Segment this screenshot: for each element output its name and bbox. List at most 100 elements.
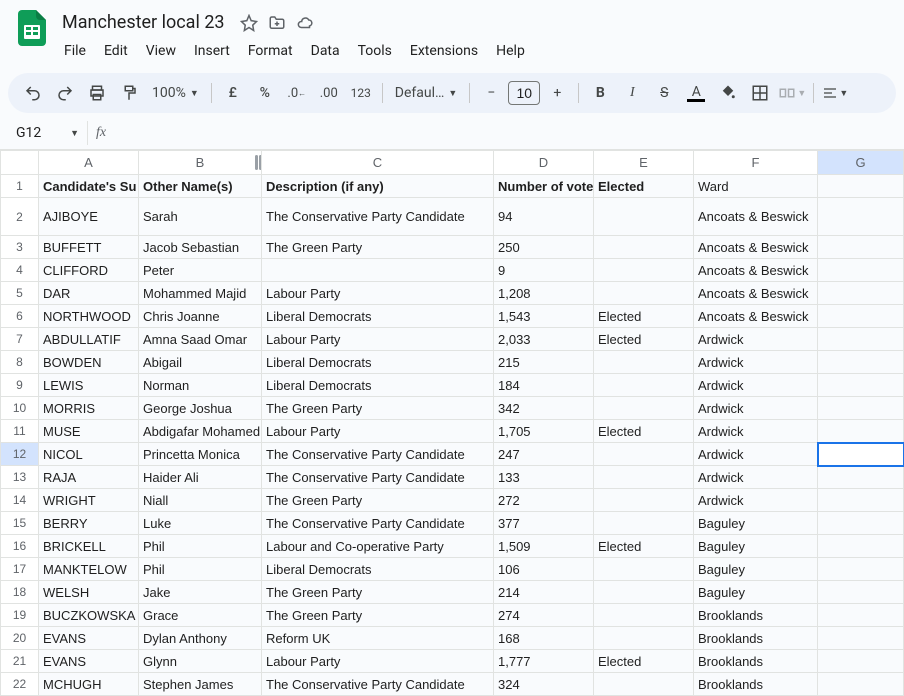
decrease-decimal-button[interactable]: .0← [282, 78, 312, 108]
cell[interactable]: 377 [494, 512, 594, 535]
cell[interactable] [594, 198, 694, 236]
row-header[interactable]: 21 [1, 650, 39, 673]
row-header[interactable]: 10 [1, 397, 39, 420]
cell[interactable] [594, 374, 694, 397]
cell[interactable]: Amna Saad Omar [139, 328, 262, 351]
cell[interactable]: Abigail [139, 351, 262, 374]
cell[interactable] [594, 443, 694, 466]
row-header[interactable]: 22 [1, 673, 39, 696]
font-family-select[interactable]: Defaul…▼ [389, 85, 464, 101]
cell[interactable]: Elected [594, 420, 694, 443]
cell[interactable]: The Green Party [262, 236, 494, 259]
cell[interactable]: 215 [494, 351, 594, 374]
cell[interactable]: 184 [494, 374, 594, 397]
cell[interactable]: Labour Party [262, 420, 494, 443]
name-box[interactable]: G12▼ [8, 121, 88, 145]
row-header[interactable]: 1 [1, 175, 39, 198]
cell[interactable]: Ardwick [694, 374, 818, 397]
cell[interactable]: 1,208 [494, 282, 594, 305]
formula-bar[interactable] [114, 121, 904, 145]
row-header[interactable]: 19 [1, 604, 39, 627]
cell[interactable]: Abdigafar Mohamed [139, 420, 262, 443]
cell[interactable] [818, 175, 904, 198]
text-color-button[interactable]: A [681, 78, 711, 108]
cell[interactable] [594, 236, 694, 259]
redo-button[interactable] [50, 78, 80, 108]
currency-button[interactable]: £ [218, 78, 248, 108]
italic-button[interactable]: I [617, 78, 647, 108]
cell[interactable]: Labour Party [262, 282, 494, 305]
row-header[interactable]: 9 [1, 374, 39, 397]
cell[interactable] [594, 627, 694, 650]
cell[interactable]: Brooklands [694, 650, 818, 673]
cell[interactable] [818, 512, 904, 535]
cell[interactable]: MORRIS [39, 397, 139, 420]
menu-view[interactable]: View [138, 39, 184, 63]
cell[interactable]: Jacob Sebastian [139, 236, 262, 259]
cell[interactable]: Baguley [694, 535, 818, 558]
cell[interactable]: 324 [494, 673, 594, 696]
merge-button[interactable]: ▼ [777, 78, 807, 108]
cell[interactable]: 250 [494, 236, 594, 259]
star-icon[interactable] [239, 13, 259, 33]
cell[interactable]: Peter [139, 259, 262, 282]
row-header[interactable]: 5 [1, 282, 39, 305]
cell[interactable]: Ardwick [694, 466, 818, 489]
select-all-corner[interactable] [1, 151, 39, 175]
cell[interactable]: Ancoats & Beswick [694, 236, 818, 259]
cell[interactable]: Ardwick [694, 328, 818, 351]
cell[interactable] [594, 282, 694, 305]
menu-tools[interactable]: Tools [350, 39, 400, 63]
menu-insert[interactable]: Insert [186, 39, 238, 63]
row-header[interactable]: 20 [1, 627, 39, 650]
cell[interactable]: WRIGHT [39, 489, 139, 512]
cell[interactable]: NORTHWOOD [39, 305, 139, 328]
cell[interactable]: Ardwick [694, 397, 818, 420]
cell[interactable] [818, 305, 904, 328]
more-formats-button[interactable]: 123 [346, 78, 376, 108]
row-header[interactable]: 16 [1, 535, 39, 558]
align-button[interactable]: ▼ [820, 78, 850, 108]
cell[interactable]: Sarah [139, 198, 262, 236]
cell[interactable]: Baguley [694, 512, 818, 535]
print-button[interactable] [82, 78, 112, 108]
cell[interactable]: The Green Party [262, 581, 494, 604]
font-size-input[interactable] [508, 81, 540, 105]
cell[interactable]: The Conservative Party Candidate [262, 443, 494, 466]
fill-color-button[interactable] [713, 78, 743, 108]
cell[interactable]: The Green Party [262, 397, 494, 420]
spreadsheet-grid[interactable]: ABCDEFG 1Candidate's SuOther Name(s)Desc… [0, 150, 904, 696]
cell[interactable] [594, 351, 694, 374]
bold-button[interactable]: B [585, 78, 615, 108]
row-header[interactable]: 4 [1, 259, 39, 282]
row-header[interactable]: 3 [1, 236, 39, 259]
cell[interactable]: 106 [494, 558, 594, 581]
cell[interactable]: Elected [594, 175, 694, 198]
cell[interactable] [594, 489, 694, 512]
row-header[interactable]: 18 [1, 581, 39, 604]
move-icon[interactable] [267, 13, 287, 33]
cell[interactable]: AJIBOYE [39, 198, 139, 236]
cell[interactable]: Ardwick [694, 489, 818, 512]
strikethrough-button[interactable]: S [649, 78, 679, 108]
cell[interactable]: Ward [694, 175, 818, 198]
cell[interactable]: Haider Ali [139, 466, 262, 489]
cell[interactable]: 94 [494, 198, 594, 236]
cell[interactable]: MANKTELOW [39, 558, 139, 581]
cell[interactable] [594, 604, 694, 627]
cell[interactable]: Elected [594, 650, 694, 673]
cell[interactable] [818, 673, 904, 696]
cell[interactable] [594, 466, 694, 489]
cell[interactable]: The Conservative Party Candidate [262, 198, 494, 236]
col-header-A[interactable]: A [39, 151, 139, 175]
borders-button[interactable] [745, 78, 775, 108]
cell[interactable]: Dylan Anthony [139, 627, 262, 650]
cell[interactable] [594, 581, 694, 604]
cell[interactable] [594, 673, 694, 696]
cell[interactable]: Baguley [694, 581, 818, 604]
cell[interactable] [818, 466, 904, 489]
cell[interactable]: 1,543 [494, 305, 594, 328]
cell[interactable] [818, 351, 904, 374]
cell[interactable]: Brooklands [694, 627, 818, 650]
menu-data[interactable]: Data [303, 39, 348, 63]
